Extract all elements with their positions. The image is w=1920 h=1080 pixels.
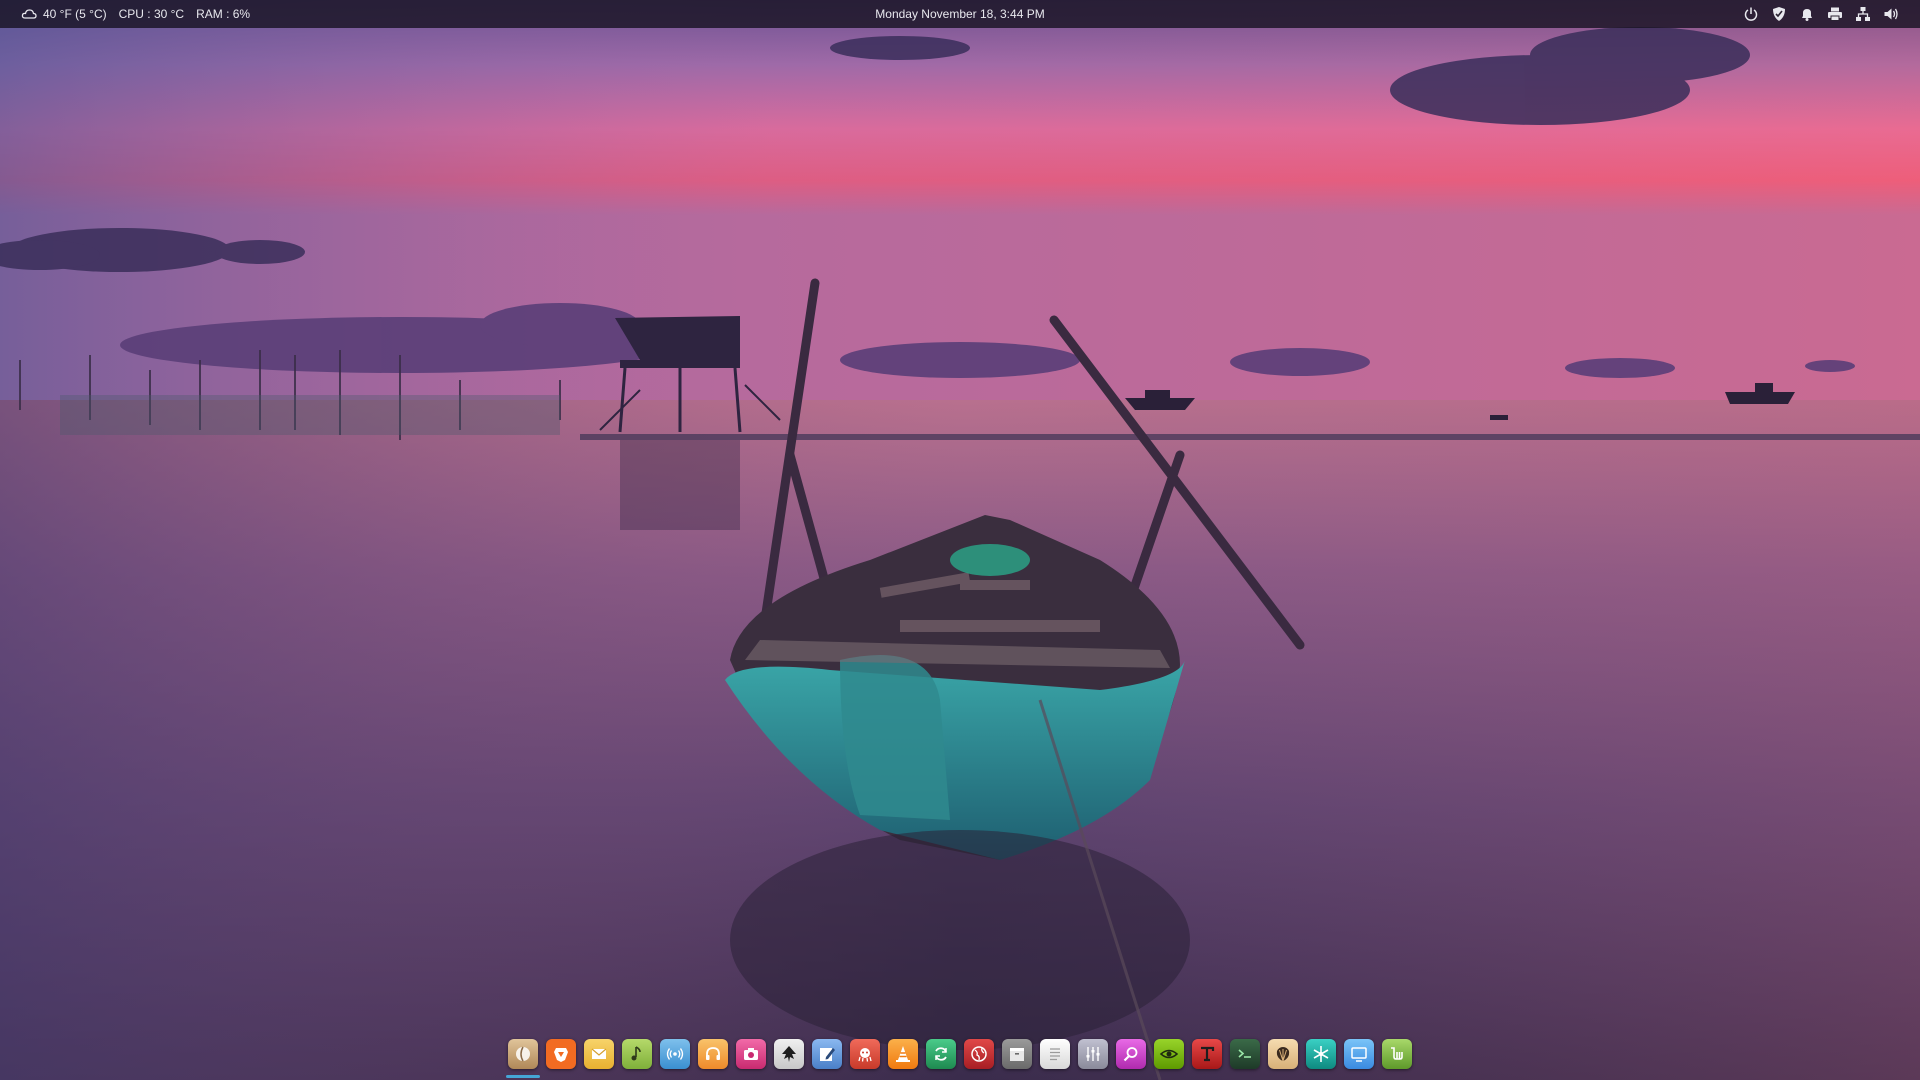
list-icon [1050, 1048, 1060, 1061]
bell-icon[interactable] [1798, 5, 1816, 23]
music-note-icon [631, 1046, 641, 1061]
notes-app[interactable] [1040, 1039, 1070, 1069]
mint-app[interactable] [1382, 1039, 1412, 1069]
weather-text: 40 °F (5 °C) [43, 7, 107, 21]
camera-app[interactable] [736, 1039, 766, 1069]
gitkraken-app[interactable] [850, 1039, 880, 1069]
monitor-icon [1351, 1047, 1367, 1062]
nvidia-eye-icon [1159, 1049, 1179, 1059]
envelope-icon [591, 1048, 607, 1059]
broadcast-icon [666, 1048, 684, 1060]
font-icon [1201, 1046, 1215, 1062]
camera-icon [744, 1048, 758, 1060]
clock-datetime[interactable]: Monday November 18, 3:44 PM [875, 7, 1044, 21]
sliders-icon [1086, 1047, 1100, 1061]
refresh-icon [935, 1047, 947, 1061]
cpu-temp-text: CPU : 30 °C [118, 7, 185, 21]
cpu-temp-indicator[interactable]: CPU : 30 °C [119, 7, 184, 21]
terminal-app[interactable] [1230, 1039, 1260, 1069]
settings-app[interactable] [1306, 1039, 1336, 1069]
podcasts-app[interactable] [660, 1039, 690, 1069]
inkscape-icon [782, 1046, 796, 1062]
mint-logo-icon [1391, 1047, 1403, 1060]
shell-icon [1276, 1047, 1290, 1062]
archive-app[interactable] [1002, 1039, 1032, 1069]
terminal-prompt-icon [1238, 1049, 1251, 1058]
mail-app[interactable] [584, 1039, 614, 1069]
system-monitor-area: 40 °F (5 °C) CPU : 30 °C RAM : 6% [20, 0, 250, 28]
equalizer-app[interactable] [1078, 1039, 1108, 1069]
display-app[interactable] [1344, 1039, 1374, 1069]
kraken-icon [858, 1048, 872, 1062]
dock [0, 1035, 1920, 1078]
shell-app[interactable] [1268, 1039, 1298, 1069]
top-panel: 40 °F (5 °C) CPU : 30 °C RAM : 6% Monday… [0, 0, 1920, 28]
pencil-paper-icon [820, 1048, 835, 1061]
system-tray [1742, 0, 1900, 28]
magnifier-icon [1123, 1047, 1138, 1062]
weather-indicator[interactable]: 40 °F (5 °C) [20, 5, 107, 23]
desktop-wallpaper [0, 0, 1920, 1080]
inkscape-app[interactable] [774, 1039, 804, 1069]
finder-icon [516, 1046, 530, 1062]
globe-icon [971, 1046, 987, 1062]
nvidia-app[interactable] [1154, 1039, 1184, 1069]
cloud-icon [20, 5, 38, 23]
finder-app[interactable] [506, 1039, 540, 1078]
ram-indicator[interactable]: RAM : 6% [196, 7, 250, 21]
brave-browser-app[interactable] [546, 1039, 576, 1069]
vlc-app[interactable] [888, 1039, 918, 1069]
printer-icon[interactable] [1826, 5, 1844, 23]
font-manager-app[interactable] [1192, 1039, 1222, 1069]
search-app[interactable] [1116, 1039, 1146, 1069]
headphones-icon [706, 1047, 720, 1060]
web-browser-app[interactable] [964, 1039, 994, 1069]
music-app[interactable] [622, 1039, 652, 1069]
power-icon[interactable] [1742, 5, 1760, 23]
ram-text: RAM : 6% [196, 7, 251, 21]
shield-icon[interactable] [1770, 5, 1788, 23]
box-icon [1010, 1048, 1024, 1061]
network-icon[interactable] [1854, 5, 1872, 23]
traffic-cone-icon [896, 1046, 910, 1062]
snowflake-icon [1313, 1046, 1329, 1062]
text-editor-app[interactable] [812, 1039, 842, 1069]
sync-app[interactable] [926, 1039, 956, 1069]
volume-icon[interactable] [1882, 5, 1900, 23]
lion-icon [554, 1048, 568, 1062]
headphones-app[interactable] [698, 1039, 728, 1069]
